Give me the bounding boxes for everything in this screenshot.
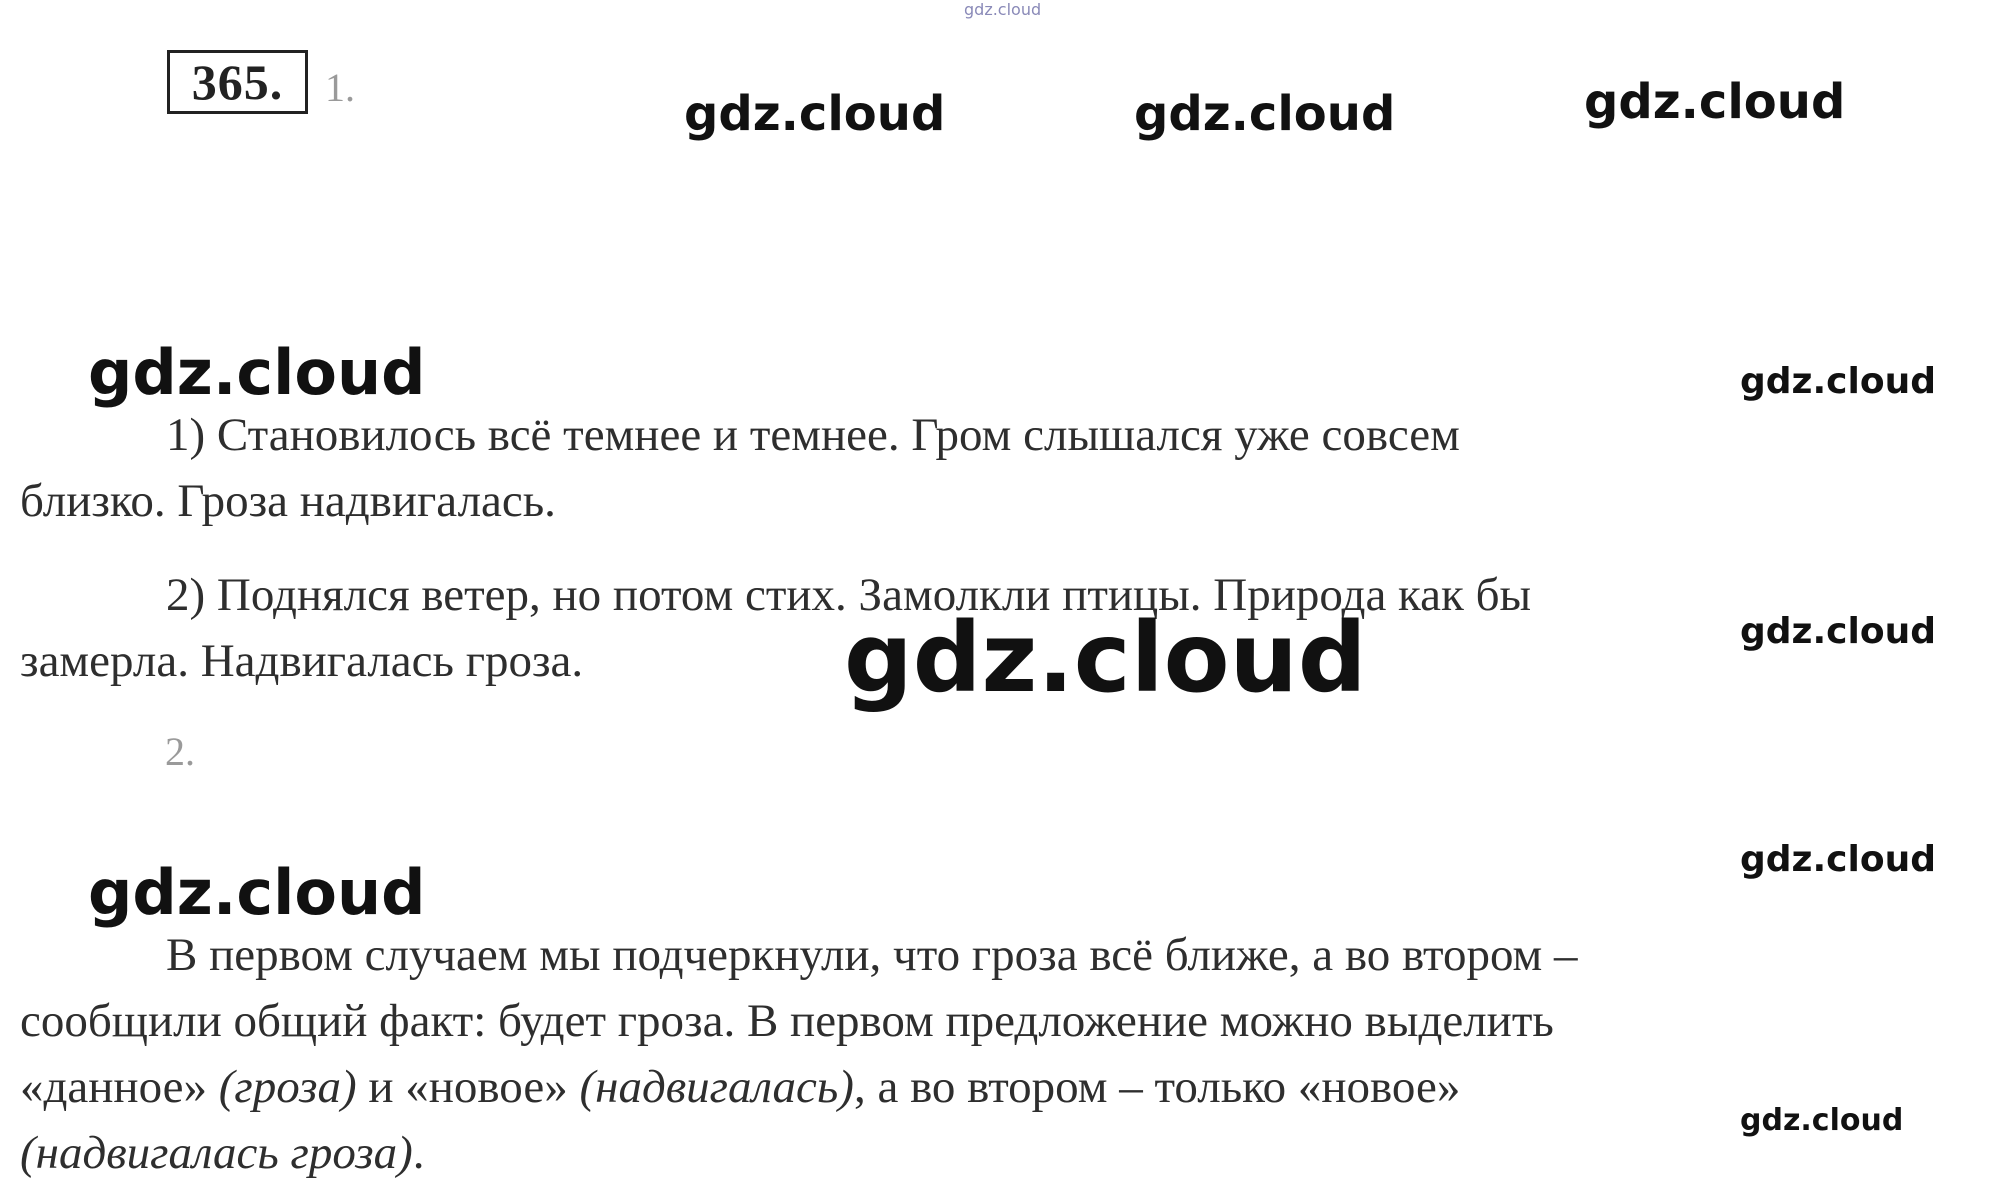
part1-item1-line1: 1) Становилось всё темнее и темнее. Гром…	[166, 409, 1460, 461]
watermark-right-2: gdz.cloud	[1740, 611, 1936, 652]
part2-explanation: В первом случаем мы подчеркнули, что гро…	[20, 922, 1960, 1186]
part1-label: 1.	[325, 65, 355, 110]
part1-item1-line2: близко. Гроза надвигалась.	[20, 475, 556, 527]
part2-line3-new: и «новое»	[356, 1061, 580, 1113]
watermark-top-2: gdz.cloud	[1134, 86, 1396, 142]
part2-line3-new-example: (надвигалась)	[579, 1061, 854, 1113]
watermark-top-1: gdz.cloud	[684, 86, 946, 142]
watermark-left-1: gdz.cloud	[88, 336, 426, 409]
watermark-right-1: gdz.cloud	[1740, 361, 1936, 402]
part2-line4-end: .	[412, 1127, 425, 1179]
part1-item2-line2: замерла. Надвигалась гроза.	[20, 635, 584, 687]
watermark-left-2: gdz.cloud	[88, 856, 426, 929]
exercise-number: 365.	[167, 50, 308, 114]
part2-line3-given: «данное»	[20, 1061, 219, 1113]
watermark-top-3: gdz.cloud	[1584, 74, 1846, 130]
watermark-big: gdz.cloud	[844, 602, 1367, 714]
part2-label: 2.	[165, 729, 195, 774]
part1-item1: 1) Становилось всё темнее и темнее. Гром…	[20, 402, 1960, 534]
watermark-right-3: gdz.cloud	[1740, 839, 1936, 880]
part2-line3-given-example: (гроза)	[218, 1061, 357, 1113]
part2-line4-example: (надвигалась гроза)	[20, 1127, 413, 1179]
part2-line1: В первом случаем мы подчеркнули, что гро…	[166, 929, 1578, 981]
part2-line2: сообщили общий факт: будет гроза. В перв…	[20, 995, 1554, 1047]
watermark-tiny: gdz.cloud	[964, 0, 1042, 19]
document-page: gdz.cloud 365. 1. gdz.cloud gdz.cloud gd…	[0, 0, 1997, 1190]
part2-line3-rest: , а во втором – только «новое»	[853, 1061, 1461, 1113]
watermark-right-4: gdz.cloud	[1740, 1103, 1904, 1138]
